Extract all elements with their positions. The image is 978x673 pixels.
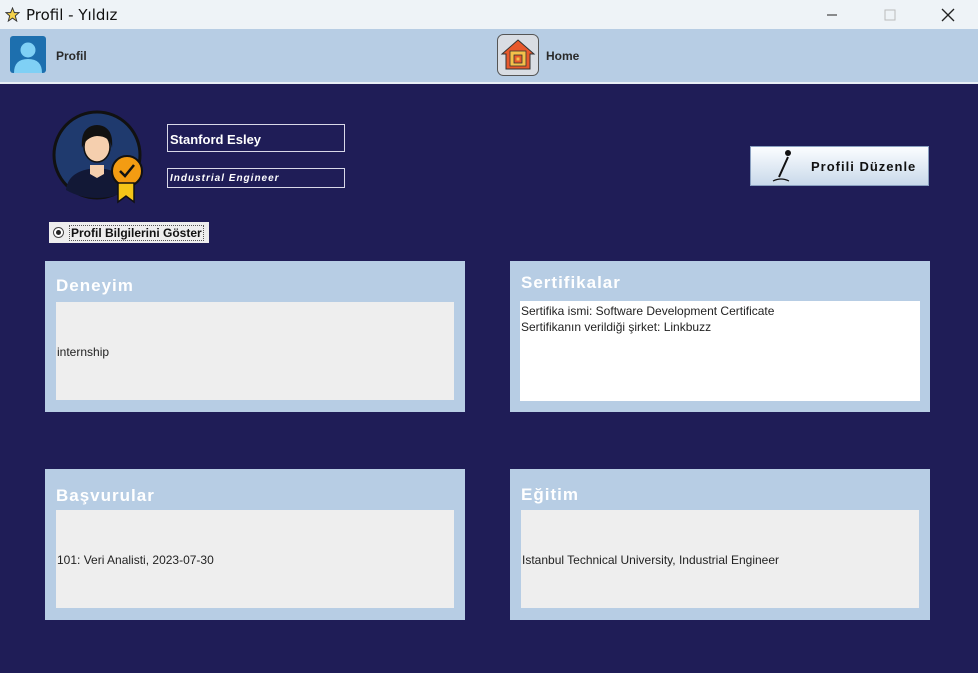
certificates-panel: Sertifikalar Sertifika ismi: Software De… [510,261,930,412]
edit-profile-label: Profili Düzenle [811,158,917,174]
applications-panel: Başvurular 101: Veri Analisti, 2023-07-3… [45,469,465,620]
certificate-company-line: Sertifikanın verildiği şirket: Linkbuzz [521,320,712,334]
profile-nav-label[interactable]: Profil [56,49,87,63]
window-title: Profil - Yıldız [26,5,118,24]
maximize-icon [884,9,896,20]
user-icon [10,36,46,73]
profile-job-title: Industrial Engineer [167,168,345,188]
experience-content: internship [56,302,454,400]
home-icon [497,34,539,76]
pen-icon [772,150,791,182]
experience-panel: Deneyim internship [45,261,465,412]
certificates-content: Sertifika ismi: Software Development Cer… [520,301,920,401]
radio-button[interactable] [53,227,64,238]
minimize-button[interactable] [803,0,861,29]
applications-content: 101: Veri Analisti, 2023-07-30 [56,510,454,608]
certificates-title: Sertifikalar [521,273,621,292]
experience-title: Deneyim [56,276,134,295]
close-button[interactable] [919,0,977,29]
education-panel: Eğitim Istanbul Technical University, In… [510,469,930,620]
maximize-button[interactable] [861,0,919,29]
navbar: Profil Home [0,29,978,84]
home-nav-label[interactable]: Home [546,49,579,63]
applications-title: Başvurular [56,486,155,505]
home-nav-button[interactable] [497,34,539,81]
show-profile-info-option[interactable]: Profil Bilgilerini Göster [49,222,209,243]
window-titlebar: Profil - Yıldız [0,0,978,29]
show-profile-info-label[interactable]: Profil Bilgilerini Göster [69,224,204,241]
profile-avatar [52,110,143,204]
edit-profile-button[interactable]: Profili Düzenle [750,146,929,186]
star-icon [5,7,20,22]
profile-nav-button[interactable] [10,36,46,78]
education-content: Istanbul Technical University, Industria… [521,510,919,608]
certificate-name-line: Sertifika ismi: Software Development Cer… [521,304,775,318]
profile-name: Stanford Esley [167,124,345,152]
minimize-icon [827,14,837,15]
education-title: Eğitim [521,485,579,504]
close-icon [941,8,955,21]
